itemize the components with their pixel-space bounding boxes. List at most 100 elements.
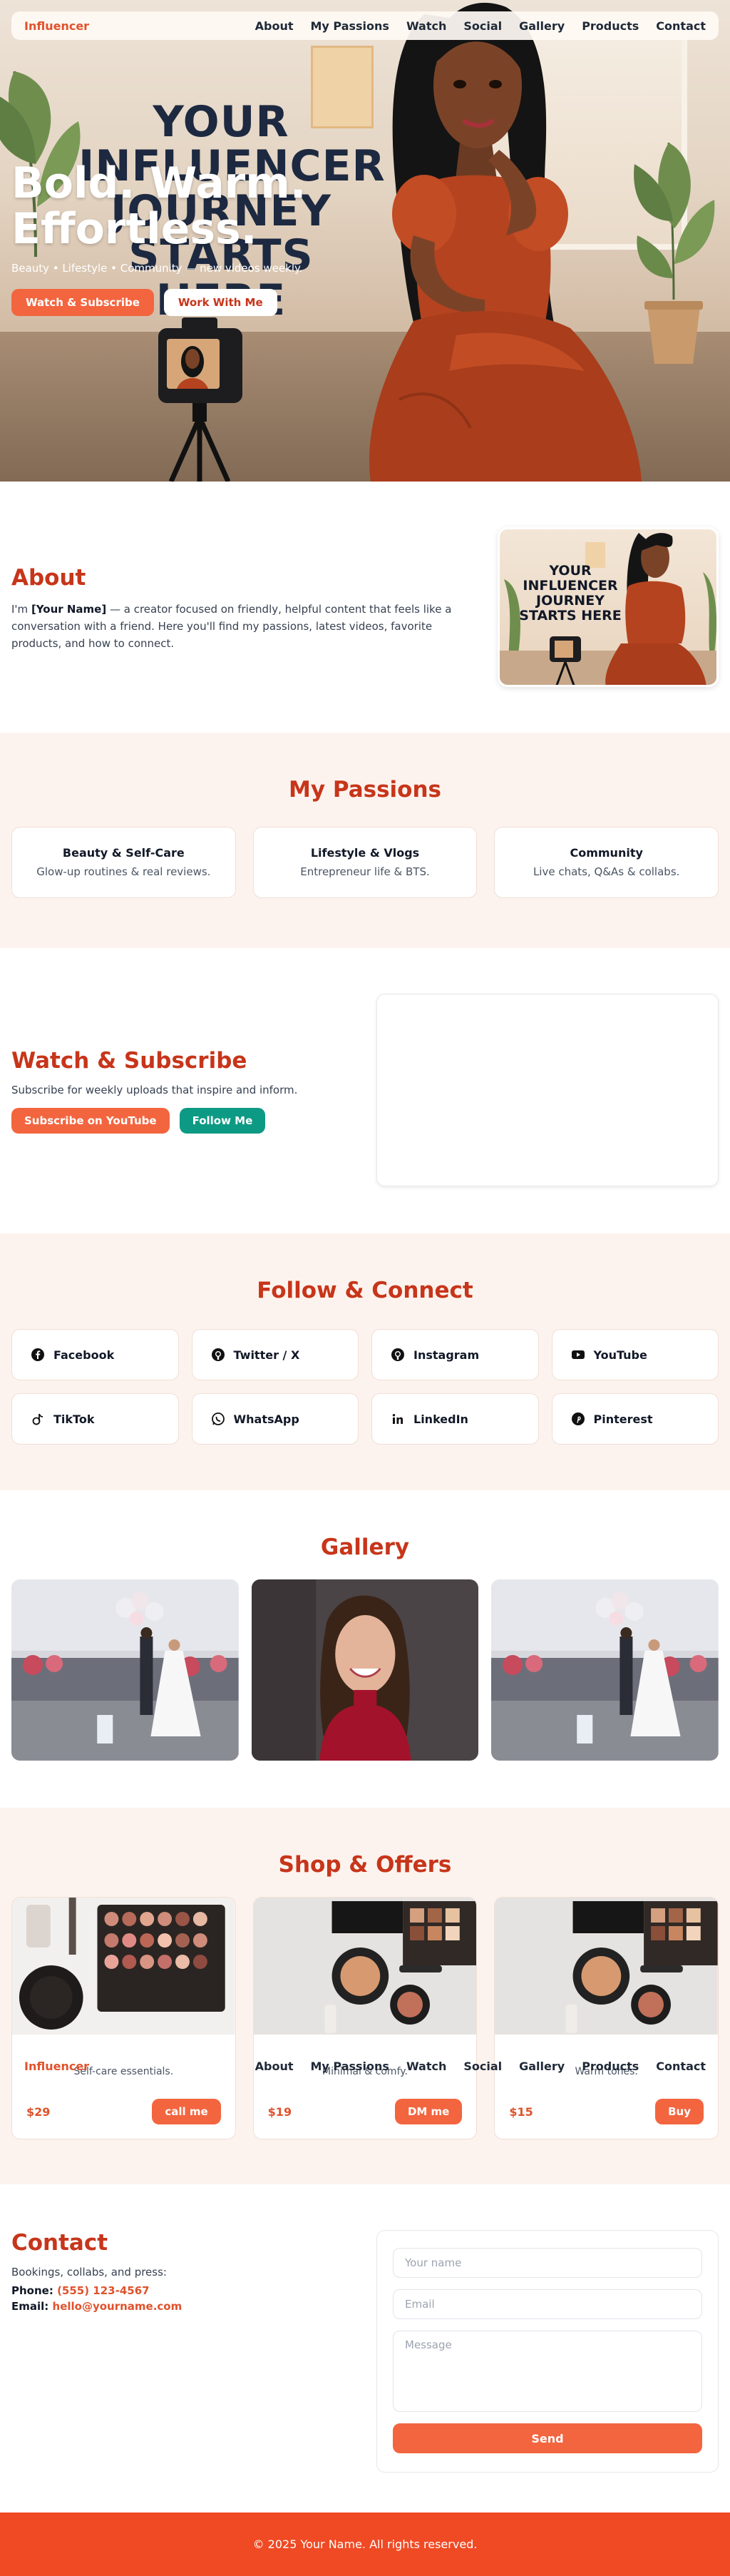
whatsapp-icon (211, 1412, 225, 1425)
hero-section: YOUR INFLUENCER JOURNEY STARTS HERE (0, 0, 730, 482)
nav-link-watch[interactable]: Watch (406, 19, 446, 33)
nav-link-contact[interactable]: Contact (656, 19, 706, 33)
shop-title: Shop & Offers (278, 1852, 452, 1878)
product-price: $15 (509, 2104, 533, 2119)
about-name: [Your Name] (31, 603, 107, 616)
overlay-nav-links: About My Passions Watch Social Gallery P… (255, 2060, 706, 2073)
about-title: About (11, 565, 86, 591)
watch-section: Watch & Subscribe Subscribe for weekly u… (0, 948, 730, 1233)
overlay-nav-link-about[interactable]: About (255, 2060, 294, 2073)
overlay-nav-link-products[interactable]: Products (582, 2060, 639, 2073)
passion-desc: Entrepreneur life & BTS. (300, 865, 430, 878)
gallery-image-wedding[interactable] (491, 1579, 719, 1761)
footer: © 2025 Your Name. All rights reserved. (0, 2513, 730, 2576)
passion-desc: Glow-up routines & real reviews. (36, 865, 211, 878)
gallery-grid (11, 1579, 719, 1761)
about-description: I'm [Your Name] — a creator focused on f… (11, 603, 452, 650)
nav-link-social[interactable]: Social (463, 19, 502, 33)
social-link-twitter[interactable]: Twitter / X (191, 1329, 359, 1380)
linkedin-icon (392, 1414, 403, 1424)
gallery-title: Gallery (320, 1534, 410, 1560)
phone-link[interactable]: (555) 123-4567 (57, 2284, 150, 2297)
contact-title: Contact (11, 2230, 108, 2256)
shop-grid: Self-care essentials. $29 call me Minima… (11, 1897, 719, 2139)
product-footer: $19 DM me (268, 2099, 463, 2124)
overlay-nav-link-passions[interactable]: My Passions (310, 2060, 389, 2073)
social-link-facebook[interactable]: Facebook (11, 1329, 179, 1380)
about-image-card: YOUR INFLUENCER JOURNEY STARTS HERE (498, 527, 719, 687)
overlay-nav-link-watch[interactable]: Watch (406, 2060, 446, 2073)
name-input[interactable] (393, 2248, 702, 2278)
cosmetics-flatlay-photo (253, 1898, 477, 2035)
portrait-photo (251, 1579, 479, 1761)
gallery-image-wedding[interactable] (11, 1579, 239, 1761)
product-card: Minimal & comfy. $19 DM me (252, 1897, 478, 2139)
subscribe-youtube-button[interactable]: Subscribe on YouTube (11, 1108, 170, 1134)
passion-card: Lifestyle & Vlogs Entrepreneur life & BT… (252, 827, 478, 898)
email-input[interactable] (393, 2289, 702, 2319)
makeup-palette-photo (12, 1898, 235, 2035)
shop-section: Shop & Offers Self-care essentials. $29 (0, 1808, 730, 2184)
social-link-pinterest[interactable]: Pinterest (551, 1393, 719, 1445)
nav-link-passions[interactable]: My Passions (310, 19, 389, 33)
product-price: $19 (267, 2104, 292, 2119)
overlay-nav-link-social[interactable]: Social (463, 2060, 502, 2073)
hero-title: Bold. Warm. Effortless. (11, 158, 307, 254)
social-link-whatsapp[interactable]: WhatsApp (191, 1393, 359, 1445)
social-link-instagram[interactable]: Instagram (371, 1329, 539, 1380)
passion-desc: Live chats, Q&As & collabs. (533, 865, 680, 878)
contact-section: Contact Bookings, collabs, and press: Ph… (0, 2184, 730, 2513)
hero-buttons: Watch & Subscribe Work With Me (11, 289, 382, 316)
brand-logo[interactable]: Influencer (24, 19, 89, 33)
about-text-block: About I'm [Your Name] — a creator focuse… (11, 565, 475, 652)
email-link[interactable]: hello@yourname.com (53, 2300, 182, 2313)
work-with-me-button[interactable]: Work With Me (163, 289, 277, 316)
social-link-linkedin[interactable]: LinkedIn (371, 1393, 539, 1445)
product-image (495, 1898, 719, 2035)
product-card: Warm tones. $15 Buy (494, 1897, 719, 2139)
top-navbar: Influencer About My Passions Watch Socia… (11, 11, 719, 40)
product-price: $29 (26, 2104, 51, 2119)
follow-me-button[interactable]: Follow Me (179, 1108, 266, 1134)
buy-button[interactable]: Buy (655, 2099, 704, 2124)
social-link-youtube[interactable]: YouTube (551, 1329, 719, 1380)
social-link-tiktok[interactable]: TikTok (11, 1393, 179, 1445)
passion-card: Beauty & Self-Care Glow-up routines & re… (11, 827, 236, 898)
github-icon (211, 1348, 225, 1361)
contact-email: Email: hello@yourname.com (11, 2300, 182, 2313)
overlay-nav-link-contact[interactable]: Contact (656, 2060, 706, 2073)
passions-section: My Passions Beauty & Self-Care Glow-up r… (0, 733, 730, 948)
message-textarea[interactable] (393, 2331, 702, 2412)
passions-title: My Passions (288, 777, 441, 803)
nav-link-products[interactable]: Products (582, 19, 639, 33)
send-button[interactable]: Send (393, 2423, 702, 2453)
follow-title: Follow & Connect (257, 1278, 473, 1303)
video-embed[interactable] (376, 994, 719, 1186)
about-card-poster-text: YOUR INFLUENCER JOURNEY STARTS HERE (519, 563, 622, 623)
overlay-brand-logo[interactable]: Influencer (24, 2060, 89, 2073)
tiktok-icon (32, 1413, 43, 1425)
gallery-image-portrait[interactable] (251, 1579, 479, 1761)
watch-text-block: Watch & Subscribe Subscribe for weekly u… (11, 1048, 346, 1134)
facebook-icon (31, 1348, 44, 1361)
call-me-button[interactable]: call me (152, 2099, 221, 2124)
nav-link-gallery[interactable]: Gallery (519, 19, 565, 33)
watch-buttons: Subscribe on YouTube Follow Me (11, 1108, 346, 1134)
dm-me-button[interactable]: DM me (394, 2099, 463, 2124)
hero-text-block: Bold. Warm. Effortless. Beauty • Lifesty… (11, 161, 382, 316)
watch-subscribe-button[interactable]: Watch & Subscribe (11, 289, 154, 316)
nav-link-about[interactable]: About (255, 19, 294, 33)
overlay-nav-link-gallery[interactable]: Gallery (519, 2060, 565, 2073)
product-card: Self-care essentials. $29 call me (11, 1897, 236, 2139)
contact-phone: Phone: (555) 123-4567 (11, 2284, 150, 2297)
wedding-photo (11, 1579, 239, 1761)
passions-grid: Beauty & Self-Care Glow-up routines & re… (11, 827, 719, 898)
follow-section: Follow & Connect Facebook Twitter / X In… (0, 1233, 730, 1490)
watch-description: Subscribe for weekly uploads that inspir… (11, 1084, 298, 1096)
hero-subtitle: Beauty • Lifestyle • Community — new vid… (11, 262, 303, 275)
github-icon (391, 1348, 404, 1361)
contact-description: Bookings, collabs, and press: (11, 2266, 167, 2279)
passion-title: Community (570, 846, 643, 860)
product-image (253, 1898, 477, 2035)
overlay-navbar: Influencer About My Passions Watch Socia… (11, 2052, 719, 2080)
